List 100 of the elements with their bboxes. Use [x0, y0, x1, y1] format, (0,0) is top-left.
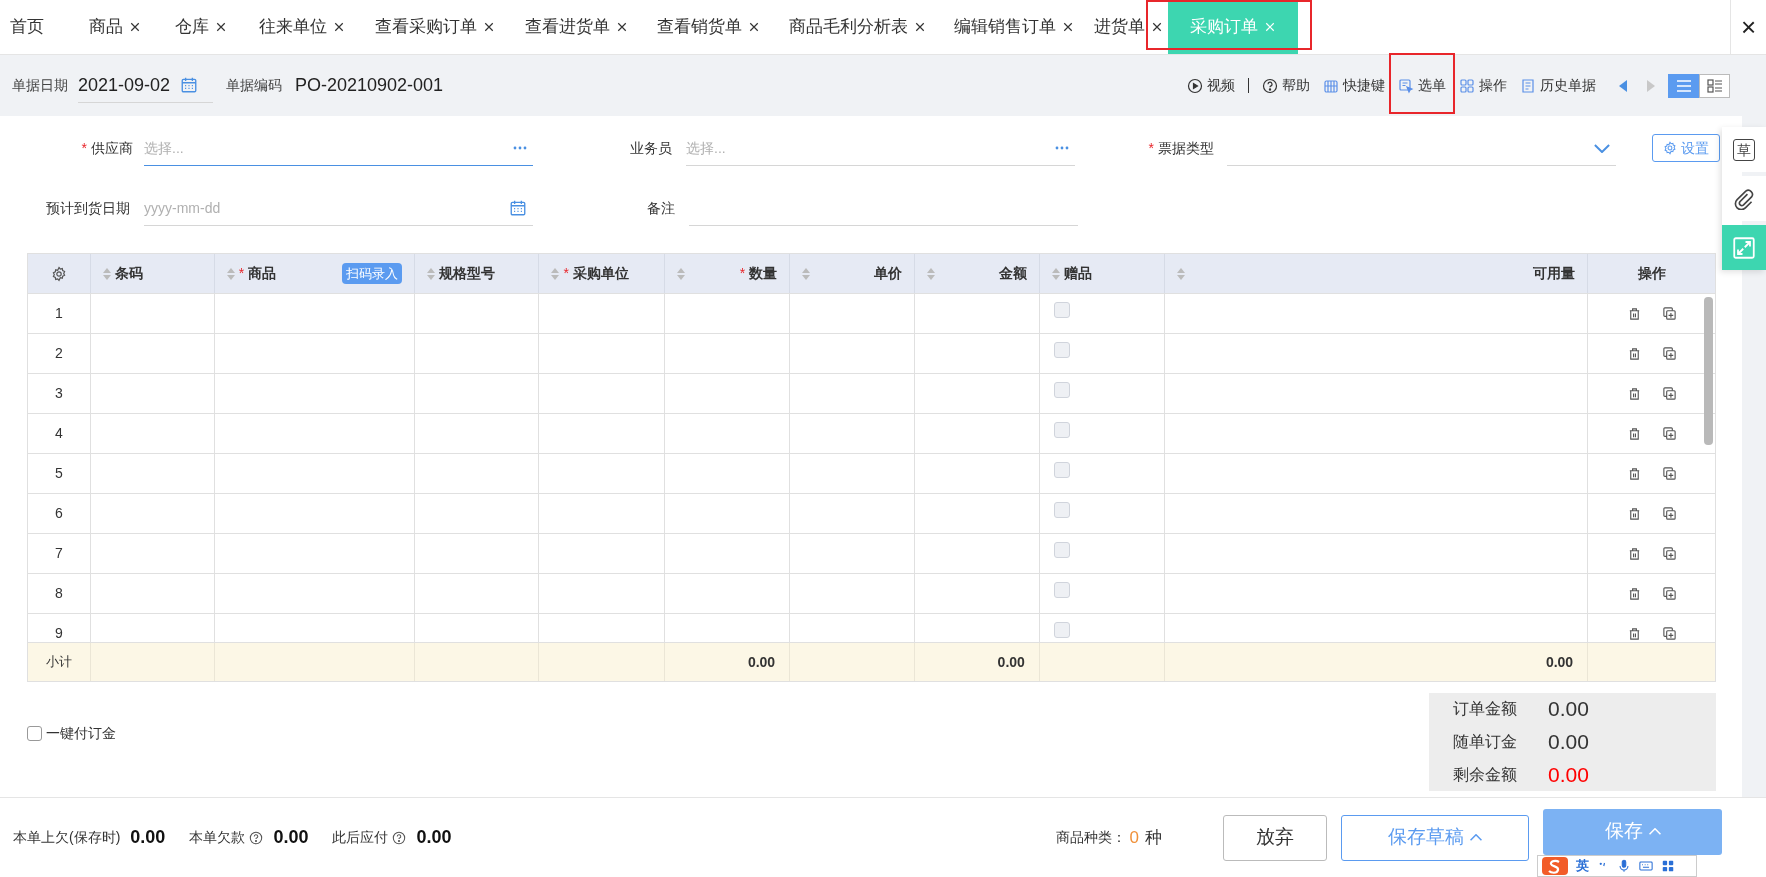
required-mark: * — [238, 264, 245, 283]
checkbox[interactable] — [1053, 302, 1070, 318]
chevron-up-icon — [1470, 834, 1482, 841]
date-field[interactable]: 2021-09-02 — [78, 68, 213, 103]
column-header[interactable]: * 采购单位 — [539, 254, 666, 293]
toolbar-link[interactable]: 选单 — [1389, 53, 1455, 114]
keyboard-icon — [1323, 77, 1339, 94]
summary-label: 订单金额 — [1453, 699, 1518, 719]
apps-icon[interactable] — [1661, 859, 1675, 873]
attachment-button[interactable] — [1722, 176, 1766, 221]
microphone-icon[interactable] — [1617, 859, 1631, 873]
close-icon[interactable] — [1150, 21, 1163, 33]
field-label: 票据类型 — [1158, 138, 1214, 158]
tab[interactable]: 查看销货单 — [642, 0, 774, 54]
toolbar-link[interactable]: 历史单据 — [1520, 75, 1596, 96]
scrollbar[interactable] — [1704, 297, 1713, 445]
checkbox[interactable] — [1053, 422, 1070, 438]
list-view-button[interactable] — [1668, 73, 1699, 98]
tab[interactable]: 进货单 — [1088, 0, 1168, 54]
checkbox[interactable] — [1053, 502, 1070, 518]
stat-label: 此后应付 — [332, 828, 389, 847]
settings-icon[interactable] — [50, 265, 67, 282]
duplicate-icon[interactable] — [1661, 626, 1677, 641]
close-icon[interactable] — [913, 21, 926, 33]
document-icon — [1520, 77, 1536, 94]
more-icon[interactable] — [1055, 146, 1069, 150]
stat-label: 本单上欠(保存时) — [13, 828, 121, 847]
help-icon[interactable] — [249, 830, 264, 845]
language-toggle[interactable]: 英 — [1576, 856, 1589, 876]
column-header[interactable]: 赠品 — [1039, 254, 1165, 293]
column-header[interactable]: 可用量 — [1164, 254, 1589, 293]
pointer-icon — [1398, 77, 1414, 94]
toolbar-link[interactable]: 快捷键 — [1323, 75, 1385, 96]
column-header[interactable]: * 数量 — [665, 254, 791, 293]
toolbar-link[interactable]: 帮助 — [1262, 75, 1310, 96]
tab[interactable]: 编辑销售订单 — [940, 0, 1088, 54]
row-number: 8 — [55, 584, 63, 603]
calendar-icon — [509, 199, 527, 217]
duplicate-icon[interactable] — [1661, 386, 1677, 401]
checkbox[interactable] — [1053, 382, 1070, 398]
field-label: 单据日期 — [12, 76, 68, 95]
input-field[interactable]: 选择... — [144, 130, 533, 166]
close-icon[interactable] — [615, 21, 628, 33]
draft-button[interactable]: 草 — [1722, 127, 1766, 172]
tab[interactable]: 仓库 — [158, 0, 244, 54]
logo-icon[interactable] — [1542, 857, 1568, 875]
duplicate-icon[interactable] — [1661, 426, 1677, 441]
duplicate-icon[interactable] — [1661, 506, 1677, 521]
close-icon[interactable] — [483, 21, 495, 33]
deposit-checkbox[interactable]: 一键付订金 — [27, 723, 116, 744]
document-code: PO-20210902-001 — [295, 74, 444, 97]
close-all-button[interactable]: × — [1730, 0, 1766, 54]
required-mark: * — [81, 138, 87, 158]
help-icon — [1262, 77, 1278, 94]
close-icon[interactable] — [333, 21, 345, 33]
checkbox[interactable] — [1053, 342, 1070, 358]
toolbar-link[interactable]: 视频 — [1187, 75, 1235, 96]
checkbox[interactable] — [1053, 462, 1070, 478]
close-icon[interactable] — [747, 21, 760, 33]
close-icon[interactable] — [1062, 21, 1074, 33]
tab[interactable]: 商品毛利分析表 — [774, 0, 940, 54]
summary-label: 剩余金额 — [1453, 765, 1518, 785]
field-label: 业务员 — [630, 138, 672, 158]
more-icon[interactable] — [513, 146, 527, 150]
tab[interactable]: 查看进货单 — [510, 0, 642, 54]
column-header[interactable]: 规格型号 — [414, 254, 540, 293]
previous-icon[interactable] — [1618, 78, 1628, 93]
toolbar-link[interactable]: 操作 — [1459, 75, 1507, 96]
column-header[interactable]: 条码 — [90, 254, 215, 293]
detail-view-button[interactable] — [1699, 73, 1730, 98]
chevron-down-icon[interactable] — [1594, 143, 1610, 153]
checkbox[interactable] — [1053, 582, 1070, 598]
duplicate-icon[interactable] — [1661, 306, 1677, 321]
row-number: 3 — [55, 384, 63, 403]
required-mark: * — [563, 264, 569, 283]
help-icon[interactable] — [392, 830, 407, 845]
close-icon[interactable] — [129, 21, 141, 33]
row-number: 7 — [55, 544, 63, 563]
checkbox[interactable] — [1053, 542, 1070, 558]
stat-unit: 种 — [1145, 826, 1162, 849]
expand-icon — [1732, 235, 1756, 260]
duplicate-icon[interactable] — [1661, 546, 1677, 561]
column-header[interactable]: 单价 — [790, 254, 915, 293]
field-label: 备注 — [647, 198, 675, 218]
duplicate-icon[interactable] — [1661, 586, 1677, 601]
discard-button[interactable]: 放弃 — [1223, 814, 1327, 861]
row-number: 6 — [55, 504, 63, 523]
tab[interactable]: 往来单位 — [244, 0, 360, 54]
tab[interactable]: 商品 — [72, 0, 158, 54]
column-header[interactable]: 操作 — [1588, 254, 1715, 293]
draft-icon: 草 — [1733, 138, 1755, 161]
column-header[interactable]: 金额 — [915, 254, 1040, 293]
tab[interactable]: 查看采购订单 — [360, 0, 510, 54]
duplicate-icon[interactable] — [1661, 466, 1677, 481]
duplicate-icon[interactable] — [1661, 346, 1677, 361]
checkbox[interactable] — [1053, 622, 1070, 638]
field-label: 供应商 — [91, 138, 133, 158]
close-icon[interactable] — [215, 21, 227, 33]
keyboard-icon[interactable] — [1639, 859, 1653, 873]
tab[interactable]: 首页 — [0, 0, 72, 54]
